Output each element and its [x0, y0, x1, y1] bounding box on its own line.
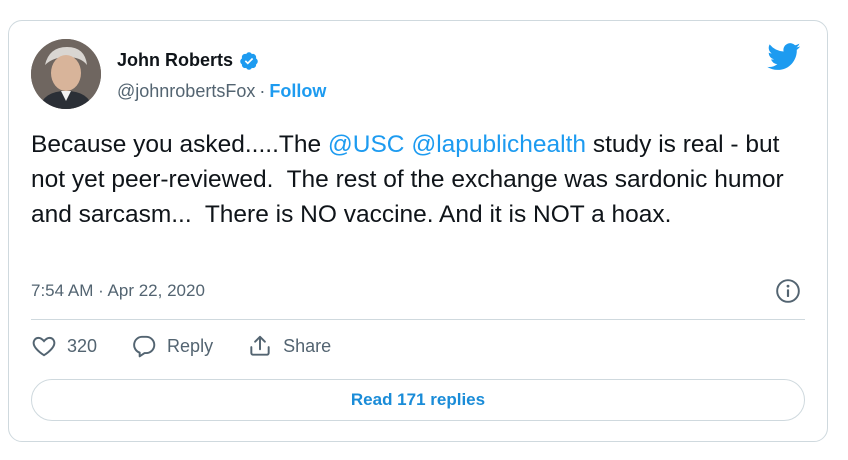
- share-upload-icon: [250, 335, 270, 356]
- heart-icon: [32, 336, 56, 357]
- like-button[interactable]: 320: [31, 333, 97, 359]
- mention-lapublichealth[interactable]: @lapublichealth: [411, 131, 586, 158]
- share-button[interactable]: Share: [247, 333, 331, 359]
- reply-label: Reply: [167, 335, 214, 356]
- read-replies-button[interactable]: Read 171 replies: [31, 379, 805, 421]
- author-name[interactable]: John Roberts: [117, 50, 233, 71]
- follow-button[interactable]: Follow: [269, 81, 326, 102]
- tweet-text-part: Because you asked.....The: [31, 131, 328, 158]
- tweet-text: Because you asked.....The @USC @lapublic…: [31, 127, 811, 232]
- tweet-timestamp[interactable]: 7:54 AM · Apr 22, 2020: [31, 281, 205, 301]
- like-count: 320: [67, 335, 98, 356]
- info-icon[interactable]: [775, 278, 801, 304]
- author-handle[interactable]: @johnrobertsFox: [117, 81, 255, 102]
- verified-badge-icon: [240, 51, 258, 70]
- avatar[interactable]: [31, 39, 101, 109]
- mention-usc[interactable]: @USC: [328, 131, 405, 158]
- author-handle-row: @johnrobertsFox · Follow: [117, 81, 326, 102]
- tweet-card: John Roberts @johnrobertsFox · Follow Be…: [8, 20, 828, 442]
- author-name-row: John Roberts: [117, 50, 259, 71]
- divider: [31, 319, 805, 320]
- share-label: Share: [283, 335, 332, 356]
- tweet-actions: 320 Reply Share: [31, 333, 365, 359]
- speech-bubble-icon: [133, 335, 156, 358]
- separator-dot: ·: [259, 81, 266, 101]
- reply-button[interactable]: Reply: [131, 333, 213, 359]
- twitter-bird-icon[interactable]: [767, 43, 801, 71]
- avatar-image: [31, 39, 101, 109]
